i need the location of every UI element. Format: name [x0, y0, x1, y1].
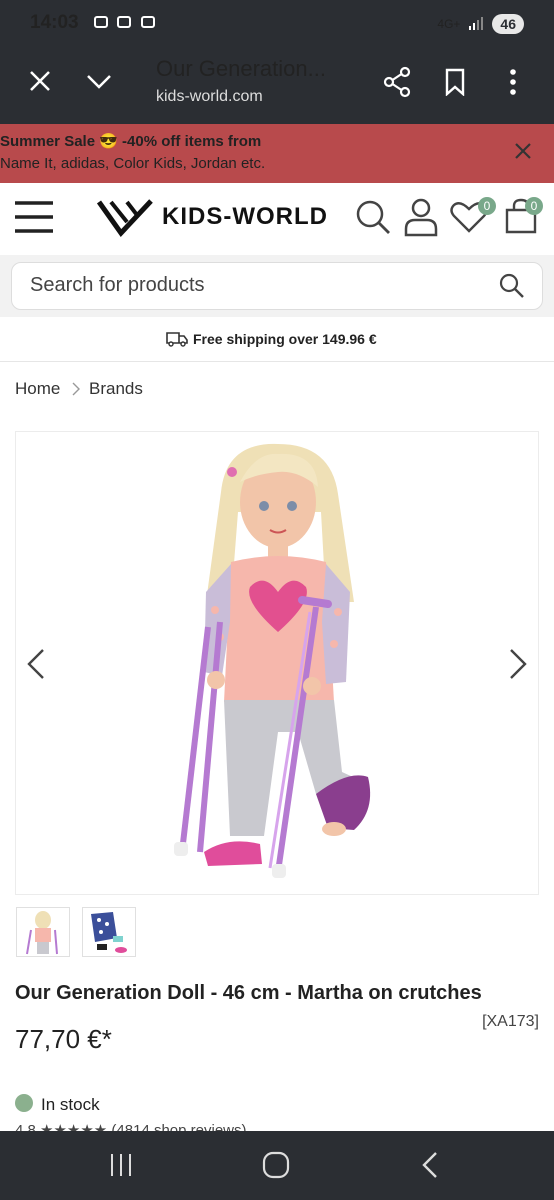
next-image-arrow[interactable]: [508, 648, 528, 680]
promo-line-2: Name It, adidas, Color Kids, Jordan etc.: [0, 155, 266, 172]
home-icon[interactable]: [262, 1151, 290, 1179]
cart-count-badge: 0: [525, 197, 543, 215]
close-icon[interactable]: [28, 69, 52, 93]
status-indicators: 4G+ 46: [437, 14, 524, 34]
stock-indicator-icon: [15, 1094, 33, 1112]
logo-text[interactable]: KIDS-WORLD: [162, 203, 328, 231]
product-image[interactable]: [15, 431, 539, 895]
recent-apps-icon[interactable]: [108, 1152, 134, 1178]
more-icon[interactable]: [508, 68, 518, 96]
screenshot-icon: [141, 16, 155, 28]
back-icon[interactable]: [420, 1151, 440, 1179]
product-price: 77,70 €*: [15, 1024, 112, 1054]
network-label: 4G+: [437, 17, 461, 31]
logo-icon[interactable]: [97, 197, 155, 239]
product-sku: [XA173]: [482, 1013, 539, 1030]
menu-icon[interactable]: [14, 200, 54, 234]
previous-image-arrow[interactable]: [26, 648, 46, 680]
account-icon[interactable]: [403, 197, 439, 237]
breadcrumb-brands[interactable]: Brands: [89, 379, 143, 399]
signal-icon: [469, 17, 484, 30]
doll-illustration: [174, 443, 371, 878]
notification-icon: [94, 16, 108, 28]
thumbnail-image: [26, 911, 58, 955]
product-thumbnail[interactable]: [82, 907, 136, 957]
promo-line-1: Summer Sale 😎 -40% off items from: [0, 133, 262, 150]
page-title[interactable]: Our Generation...: [156, 56, 326, 82]
shipping-text: Free shipping over 149.96 €: [193, 331, 377, 347]
notification-icon: [117, 16, 131, 28]
wishlist-count-badge: 0: [478, 197, 496, 215]
thumbnail-image: [91, 912, 127, 953]
bookmark-icon[interactable]: [444, 68, 466, 96]
battery-indicator: 46: [492, 14, 524, 34]
product-title: Our Generation Doll - 46 cm - Martha on …: [15, 982, 482, 1004]
page-url[interactable]: kids-world.com: [156, 88, 263, 106]
chevron-down-icon[interactable]: [85, 70, 113, 92]
truck-icon: [166, 332, 188, 347]
search-icon[interactable]: [498, 272, 526, 300]
stock-status: In stock: [41, 1095, 100, 1114]
product-thumbnail[interactable]: [16, 907, 70, 957]
chevron-right-icon: [72, 382, 80, 396]
share-icon[interactable]: [383, 66, 413, 98]
search-icon[interactable]: [354, 198, 392, 236]
breadcrumb-home[interactable]: Home: [15, 379, 60, 399]
search-placeholder[interactable]: Search for products: [30, 274, 205, 297]
status-time: 14:03: [30, 12, 79, 33]
close-banner-icon[interactable]: [514, 142, 532, 160]
